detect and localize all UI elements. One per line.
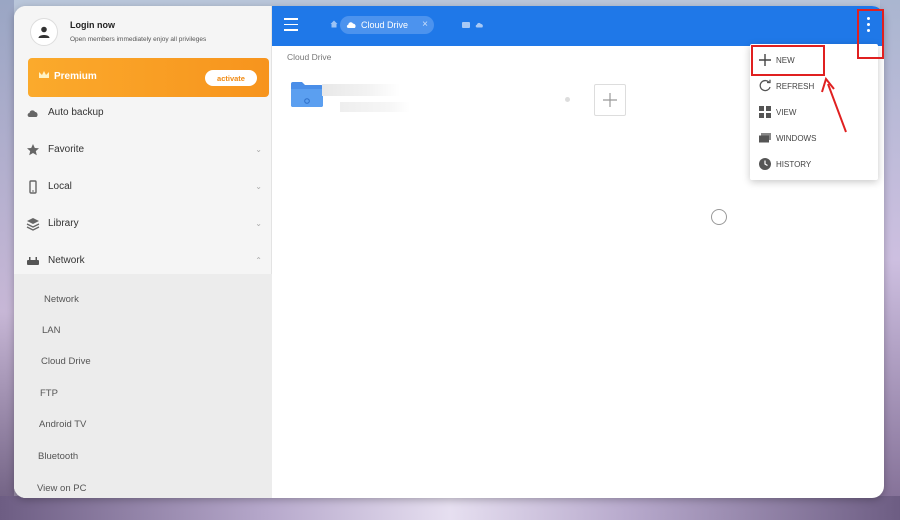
separator-dot bbox=[565, 97, 570, 102]
submenu-item-lan[interactable]: LAN bbox=[14, 317, 272, 345]
sidebar-item-network[interactable]: Network ⌃ bbox=[14, 246, 272, 276]
cloud-upload-icon bbox=[27, 110, 38, 117]
premium-label: Premium bbox=[54, 71, 97, 82]
chevron-down-icon: ⌄ bbox=[255, 145, 262, 154]
arrow-annotation-icon bbox=[821, 76, 847, 133]
submenu-item-android-tv[interactable]: Android TV bbox=[14, 411, 272, 439]
cloud-small-icon[interactable] bbox=[475, 21, 484, 28]
network-submenu: Network LAN Cloud Drive FTP Android TV B… bbox=[14, 274, 272, 498]
login-subtitle: Open members immediately enjoy all privi… bbox=[70, 36, 207, 43]
submenu-item-bluetooth[interactable]: Bluetooth bbox=[14, 443, 272, 471]
sidebar-item-label: Local bbox=[48, 181, 72, 192]
login-panel[interactable]: Login now Open members immediately enjoy… bbox=[30, 16, 260, 52]
user-icon bbox=[38, 26, 50, 38]
close-icon[interactable]: × bbox=[422, 19, 428, 30]
app-window: Login now Open members immediately enjoy… bbox=[14, 6, 884, 498]
activate-button[interactable]: activate bbox=[205, 70, 257, 86]
add-button[interactable] bbox=[594, 84, 626, 116]
breadcrumb-label: Cloud Drive bbox=[361, 20, 409, 30]
cloud-icon bbox=[346, 22, 356, 28]
menu-item-label: VIEW bbox=[776, 108, 797, 117]
premium-banner[interactable]: Premium activate bbox=[28, 58, 269, 97]
submenu-item-view-on-pc[interactable]: View on PC bbox=[14, 475, 272, 498]
highlight-box-more bbox=[857, 9, 884, 59]
phone-icon bbox=[29, 180, 37, 194]
submenu-item-label: View on PC bbox=[37, 483, 87, 494]
submenu-item-ftp[interactable]: FTP bbox=[14, 380, 272, 408]
sidebar-item-auto-backup[interactable]: Auto backup bbox=[14, 98, 272, 128]
sidebar-item-label: Auto backup bbox=[48, 107, 104, 118]
chevron-down-icon: ⌄ bbox=[255, 182, 262, 191]
sidebar-item-label: Network bbox=[48, 255, 85, 266]
menu-item-label: HISTORY bbox=[776, 160, 812, 169]
crown-icon bbox=[39, 71, 49, 78]
hamburger-menu-icon[interactable] bbox=[284, 18, 298, 31]
submenu-item-cloud-drive[interactable]: Cloud Drive bbox=[14, 348, 272, 376]
blurred-folder-name bbox=[322, 84, 400, 96]
login-title[interactable]: Login now bbox=[70, 20, 115, 30]
folder-small-icon[interactable] bbox=[462, 22, 470, 28]
loading-spinner bbox=[711, 209, 727, 225]
submenu-item-label: Network bbox=[44, 294, 79, 305]
home-icon[interactable] bbox=[330, 20, 338, 28]
submenu-item-label: Android TV bbox=[39, 419, 87, 430]
chevron-up-icon: ⌃ bbox=[255, 256, 262, 265]
submenu-item-label: Bluetooth bbox=[38, 451, 79, 462]
chevron-down-icon: ⌄ bbox=[255, 219, 262, 228]
star-icon bbox=[27, 144, 39, 156]
sidebar-item-library[interactable]: Library ⌄ bbox=[14, 209, 272, 239]
sidebar-item-local[interactable]: Local ⌄ bbox=[14, 172, 272, 202]
sidebar-item-label: Favorite bbox=[48, 144, 85, 155]
breadcrumb-tab-cloud-drive[interactable]: Cloud Drive × bbox=[340, 16, 434, 34]
folder-item[interactable] bbox=[290, 80, 410, 120]
windows-icon bbox=[759, 133, 771, 143]
submenu-item-label: Cloud Drive bbox=[41, 356, 91, 367]
background-left bbox=[0, 0, 14, 520]
sidebar-item-favorite[interactable]: Favorite ⌄ bbox=[14, 135, 272, 165]
folder-icon bbox=[291, 82, 323, 107]
router-icon bbox=[27, 257, 39, 265]
blurred-folder-detail bbox=[340, 102, 410, 112]
path-label: Cloud Drive bbox=[287, 52, 332, 62]
submenu-item-label: FTP bbox=[40, 388, 58, 399]
avatar[interactable] bbox=[30, 18, 58, 46]
submenu-item-network[interactable]: Network bbox=[14, 286, 272, 314]
background-bottom bbox=[0, 496, 900, 520]
plus-icon bbox=[603, 93, 617, 107]
sidebar-item-label: Library bbox=[48, 218, 79, 229]
top-bar: Cloud Drive × bbox=[272, 6, 884, 46]
submenu-item-label: LAN bbox=[42, 325, 61, 336]
grid-view-icon bbox=[759, 106, 771, 118]
refresh-icon bbox=[759, 79, 771, 92]
stack-icon bbox=[26, 218, 40, 231]
clock-icon bbox=[759, 158, 771, 170]
sidebar: Login now Open members immediately enjoy… bbox=[14, 6, 272, 498]
highlight-box-new bbox=[751, 45, 825, 76]
menu-item-history[interactable]: HISTORY bbox=[750, 152, 878, 178]
